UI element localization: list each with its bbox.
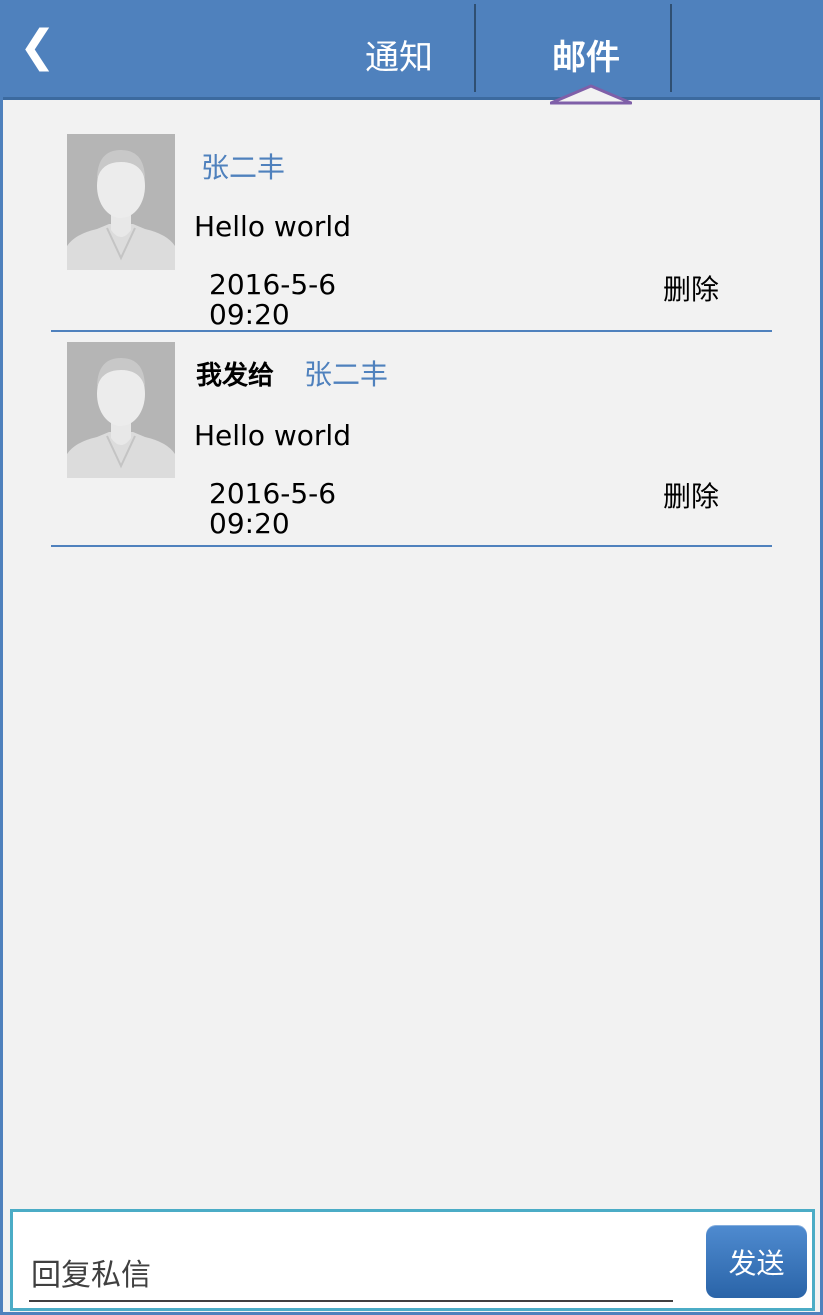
message-body: Hello world (194, 419, 351, 452)
message-body: Hello world (194, 210, 351, 243)
active-tab-indicator-icon (550, 84, 632, 105)
sender-name-link[interactable]: 张二丰 (201, 146, 285, 186)
message-time: 09:20 (209, 507, 290, 540)
message-date: 2016-5-6 (209, 268, 337, 301)
reply-input[interactable] (29, 1250, 673, 1302)
delete-button[interactable]: 删除 (663, 268, 719, 308)
sender-prefix: 我发给 (196, 361, 275, 391)
message-timestamp: 2016-5-6 09:20 (209, 270, 389, 330)
recipient-name-link[interactable]: 张二丰 (304, 353, 388, 393)
avatar (67, 134, 175, 270)
message-item[interactable]: 我发给 张二丰 Hello world 2016-5-6 09:20 删除 (51, 339, 772, 549)
tab-notifications[interactable]: 通知 (359, 8, 439, 101)
tab-divider (474, 4, 476, 92)
row-separator (51, 545, 772, 547)
delete-button[interactable]: 删除 (663, 475, 719, 515)
app-frame: ❮ 通知 邮件 张二丰 Hello world 2016-5-6 09:20 删… (0, 0, 823, 1315)
tab-divider (670, 4, 672, 92)
top-bar: ❮ 通知 邮件 (3, 4, 820, 105)
message-timestamp: 2016-5-6 09:20 (209, 479, 389, 539)
back-icon[interactable]: ❮ (19, 22, 56, 72)
message-date: 2016-5-6 (209, 477, 337, 510)
message-time: 09:20 (209, 298, 290, 331)
reply-bar: 发送 (10, 1209, 815, 1311)
send-button[interactable]: 发送 (706, 1225, 807, 1298)
person-silhouette-icon (67, 342, 175, 478)
person-silhouette-icon (67, 134, 175, 270)
message-item[interactable]: 张二丰 Hello world 2016-5-6 09:20 删除 (51, 130, 772, 333)
row-separator (51, 330, 772, 332)
avatar (67, 342, 175, 478)
